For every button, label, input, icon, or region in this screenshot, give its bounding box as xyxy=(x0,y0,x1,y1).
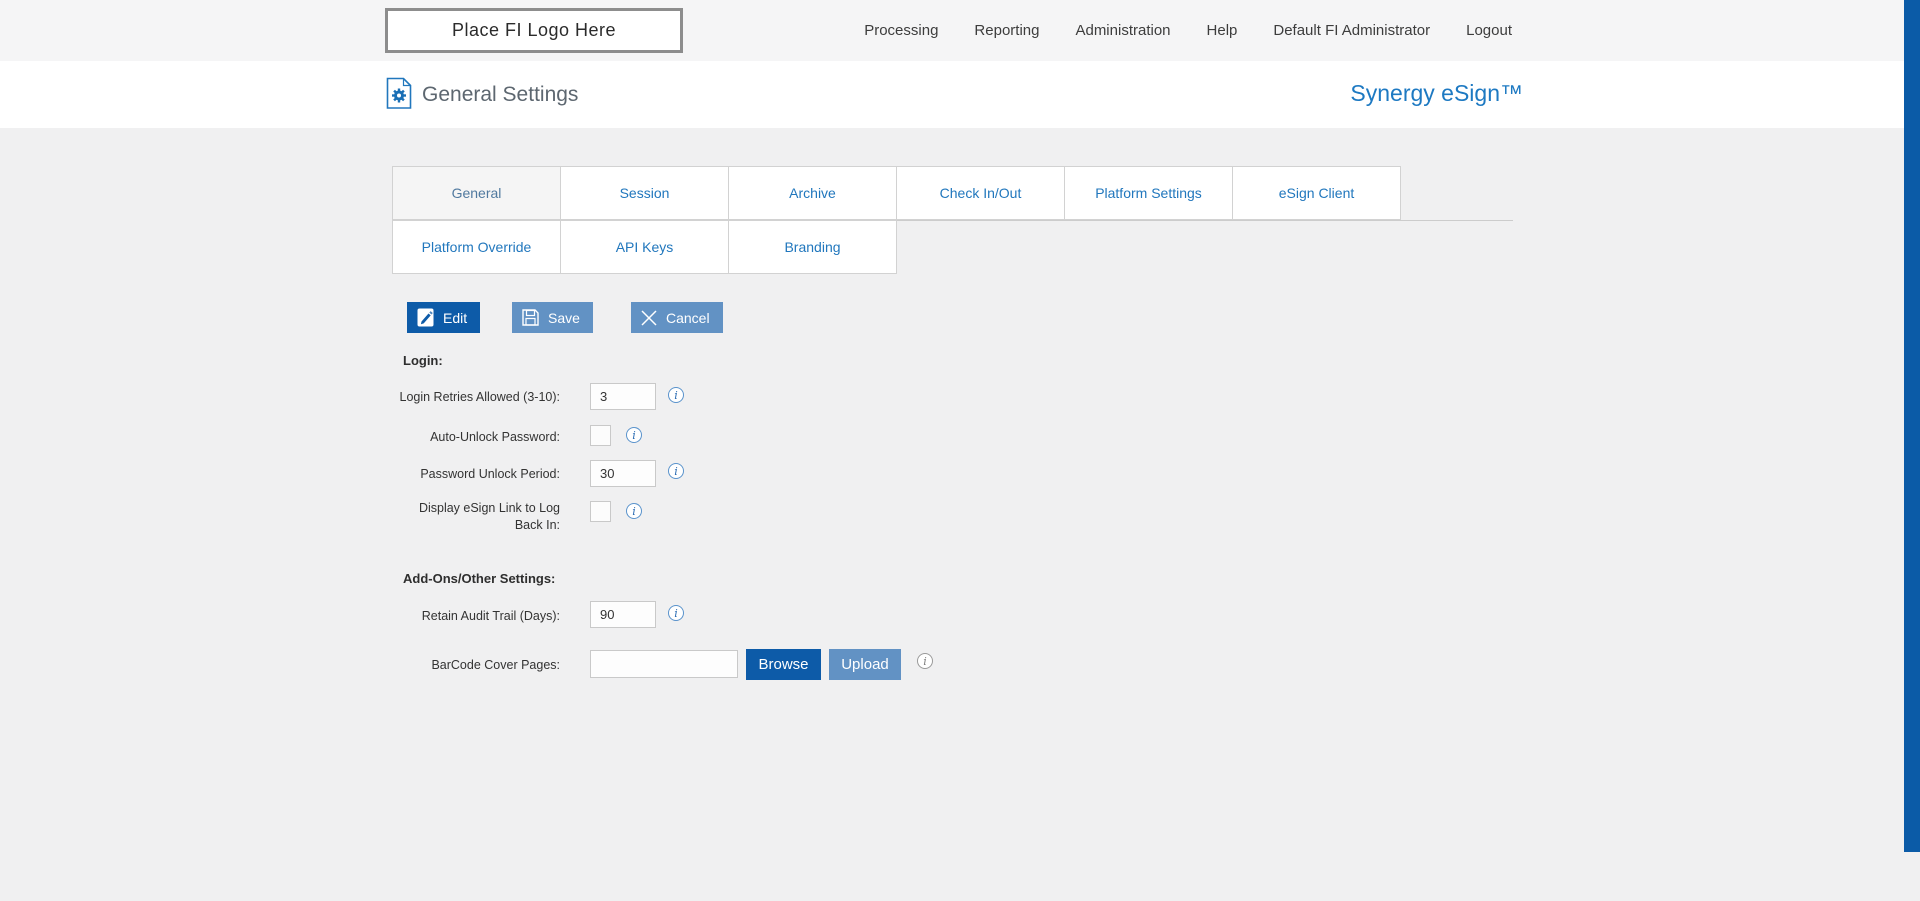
save-floppy-icon xyxy=(522,309,539,326)
display-esign-link-checkbox[interactable] xyxy=(590,501,611,522)
nav-item-logout[interactable]: Logout xyxy=(1466,22,1512,39)
nav-item-reporting[interactable]: Reporting xyxy=(974,22,1039,39)
tab-branding[interactable]: Branding xyxy=(728,220,897,274)
page-header: General Settings Synergy eSign™ xyxy=(0,61,1920,128)
tab-platform-override[interactable]: Platform Override xyxy=(392,220,561,274)
cancel-button-label: Cancel xyxy=(666,309,710,326)
tab-api-keys[interactable]: API Keys xyxy=(560,220,729,274)
addons-section-heading: Add-Ons/Other Settings: xyxy=(403,571,556,586)
auto-unlock-label: Auto-Unlock Password: xyxy=(430,430,560,444)
tab-session[interactable]: Session xyxy=(560,166,729,220)
unlock-period-info-icon[interactable]: i xyxy=(668,463,684,479)
unlock-period-input[interactable] xyxy=(590,460,656,487)
unlock-period-label: Password Unlock Period: xyxy=(420,467,560,481)
save-button-label: Save xyxy=(548,309,580,326)
top-bar: Place FI Logo Here Processing Reporting … xyxy=(0,0,1920,61)
display-esign-link-label: Display eSign Link to Log Back In: xyxy=(418,501,560,532)
nav-item-help[interactable]: Help xyxy=(1207,22,1238,39)
tab-archive[interactable]: Archive xyxy=(728,166,897,220)
upload-button[interactable]: Upload xyxy=(829,649,901,680)
edit-button[interactable]: Edit xyxy=(407,302,481,333)
tab-platform-settings[interactable]: Platform Settings xyxy=(1064,166,1233,220)
vertical-scrollbar[interactable] xyxy=(1904,0,1920,852)
nav-item-processing[interactable]: Processing xyxy=(864,22,938,39)
fi-logo-text: Place FI Logo Here xyxy=(451,20,617,40)
brand-name: Synergy eSign™ xyxy=(1350,80,1523,106)
login-retries-info-icon[interactable]: i xyxy=(668,387,684,403)
cancel-x-icon xyxy=(641,309,657,326)
edit-button-label: Edit xyxy=(443,309,468,326)
login-section-heading: Login: xyxy=(403,353,443,368)
save-button[interactable]: Save xyxy=(512,302,593,333)
nav-item-user-menu[interactable]: Default FI Administrator xyxy=(1273,22,1430,39)
login-retries-input[interactable] xyxy=(590,383,656,410)
nav-item-administration[interactable]: Administration xyxy=(1075,22,1170,39)
retain-audit-info-icon[interactable]: i xyxy=(668,605,684,621)
settings-document-icon xyxy=(386,77,412,109)
fi-logo-placeholder: Place FI Logo Here xyxy=(385,8,683,53)
login-retries-label: Login Retries Allowed (3-10): xyxy=(399,390,561,404)
tab-check-in-out[interactable]: Check In/Out xyxy=(896,166,1065,220)
main-nav: Processing Reporting Administration Help… xyxy=(864,0,1512,61)
page-title: General Settings xyxy=(422,83,579,106)
barcode-cover-pages-label: BarCode Cover Pages: xyxy=(431,658,560,672)
tab-general[interactable]: General xyxy=(392,166,561,220)
tab-esign-client[interactable]: eSign Client xyxy=(1232,166,1401,220)
barcode-file-input[interactable] xyxy=(590,650,738,678)
cancel-button[interactable]: Cancel xyxy=(631,302,723,333)
display-esign-link-info-icon[interactable]: i xyxy=(626,503,642,519)
barcode-info-icon[interactable]: i xyxy=(917,653,933,669)
browse-button[interactable]: Browse xyxy=(746,649,821,680)
edit-pencil-icon xyxy=(417,308,434,327)
auto-unlock-info-icon[interactable]: i xyxy=(626,427,642,443)
retain-audit-input[interactable] xyxy=(590,601,656,628)
auto-unlock-checkbox[interactable] xyxy=(590,425,611,446)
retain-audit-label: Retain Audit Trail (Days): xyxy=(421,609,560,623)
